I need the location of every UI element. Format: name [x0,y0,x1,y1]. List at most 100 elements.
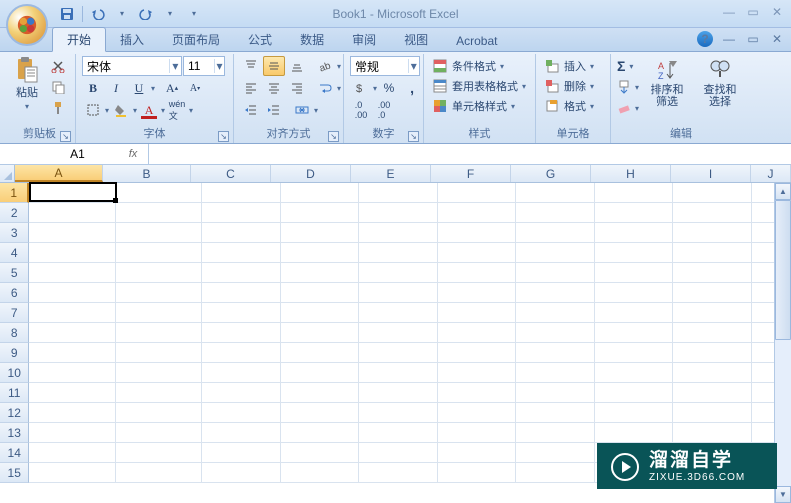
cell[interactable] [438,263,517,283]
cell[interactable] [438,303,517,323]
cell[interactable] [116,323,202,343]
cell[interactable] [595,343,674,363]
decrease-indent-button[interactable] [240,100,262,120]
tab-page-layout[interactable]: 页面布局 [158,28,234,51]
cell[interactable] [673,303,752,323]
tab-insert[interactable]: 插入 [106,28,158,51]
column-header[interactable]: B [103,165,191,182]
cell[interactable] [359,383,438,403]
cell[interactable] [202,443,281,463]
cell[interactable] [595,223,674,243]
cell[interactable] [29,323,115,343]
conditional-format-button[interactable]: 条件格式▾ [430,56,506,76]
cell[interactable] [116,403,202,423]
cell[interactable] [29,183,115,203]
cell[interactable] [202,403,281,423]
cell[interactable] [359,343,438,363]
fill-button[interactable]: ▾ [617,77,639,97]
paste-button[interactable]: 粘贴 ▾ [10,56,44,113]
shrink-font-button[interactable]: A▾ [184,78,206,98]
scroll-thumb[interactable] [775,200,791,340]
increase-decimal-button[interactable]: .0.00 [350,100,372,120]
bold-button[interactable]: B [82,78,104,98]
redo-dropdown[interactable]: ▾ [159,4,181,24]
cell[interactable] [281,323,360,343]
cell[interactable] [202,463,281,483]
autosum-button[interactable]: Σ▾ [617,56,639,76]
row-header[interactable]: 15 [0,463,29,483]
fill-color-button[interactable] [110,100,132,120]
cell[interactable] [116,383,202,403]
grid-body[interactable]: 123456789101112131415 [0,183,791,483]
minimize-button[interactable]: — [721,4,737,20]
cell[interactable] [595,323,674,343]
font-size-combo[interactable]: ▾ [183,56,225,76]
cell[interactable] [202,323,281,343]
cell[interactable] [116,263,202,283]
alignment-dialog-launcher[interactable]: ↘ [328,131,339,142]
cell[interactable] [202,263,281,283]
tab-data[interactable]: 数据 [286,28,338,51]
cell[interactable] [281,343,360,363]
cell[interactable] [516,183,595,203]
wrap-dropdown[interactable]: ▾ [337,84,341,93]
formula-input[interactable] [148,144,791,164]
align-middle-button[interactable] [263,56,285,76]
cell[interactable] [116,443,202,463]
cell[interactable] [516,463,595,483]
orientation-button[interactable]: ab [314,56,336,76]
cell[interactable] [359,303,438,323]
cell[interactable] [516,303,595,323]
row-header[interactable]: 4 [0,243,29,263]
cell[interactable] [516,243,595,263]
cell[interactable] [29,263,115,283]
tab-review[interactable]: 审阅 [338,28,390,51]
row-header[interactable]: 13 [0,423,29,443]
cell[interactable] [202,283,281,303]
row-header[interactable]: 14 [0,443,29,463]
cell[interactable] [673,243,752,263]
cell[interactable] [281,423,360,443]
column-header[interactable]: G [511,165,591,182]
border-button[interactable] [82,100,104,120]
cell[interactable] [516,283,595,303]
cell[interactable] [281,223,360,243]
ribbon-restore-button[interactable]: ▭ [745,31,761,47]
cell[interactable] [29,303,115,323]
number-format-input[interactable] [351,59,408,73]
cell[interactable] [29,463,115,483]
cell[interactable] [281,303,360,323]
cell[interactable] [595,203,674,223]
cell[interactable] [359,463,438,483]
cell[interactable] [673,223,752,243]
scroll-up-button[interactable]: ▲ [775,183,791,200]
cut-button[interactable] [47,56,69,76]
cell[interactable] [116,243,202,263]
chevron-down-icon[interactable]: ▾ [408,59,420,73]
clipboard-dialog-launcher[interactable]: ↘ [60,131,71,142]
row-header[interactable]: 8 [0,323,29,343]
cell[interactable] [359,283,438,303]
cell[interactable] [595,263,674,283]
row-header[interactable]: 2 [0,203,29,223]
cell[interactable] [595,363,674,383]
row-header[interactable]: 11 [0,383,29,403]
increase-indent-button[interactable] [263,100,285,120]
cell[interactable] [438,423,517,443]
cell[interactable] [595,283,674,303]
clear-button[interactable]: ▾ [617,98,639,118]
underline-dropdown[interactable]: ▾ [151,84,155,93]
column-header[interactable]: D [271,165,351,182]
column-header[interactable]: E [351,165,431,182]
cell[interactable] [516,203,595,223]
cell[interactable] [438,183,517,203]
tab-view[interactable]: 视图 [390,28,442,51]
align-left-button[interactable] [240,78,262,98]
align-bottom-button[interactable] [286,56,308,76]
tab-formulas[interactable]: 公式 [234,28,286,51]
cell[interactable] [281,383,360,403]
tab-home[interactable]: 开始 [52,27,106,52]
cell[interactable] [595,303,674,323]
cell[interactable] [516,383,595,403]
cell[interactable] [29,383,115,403]
